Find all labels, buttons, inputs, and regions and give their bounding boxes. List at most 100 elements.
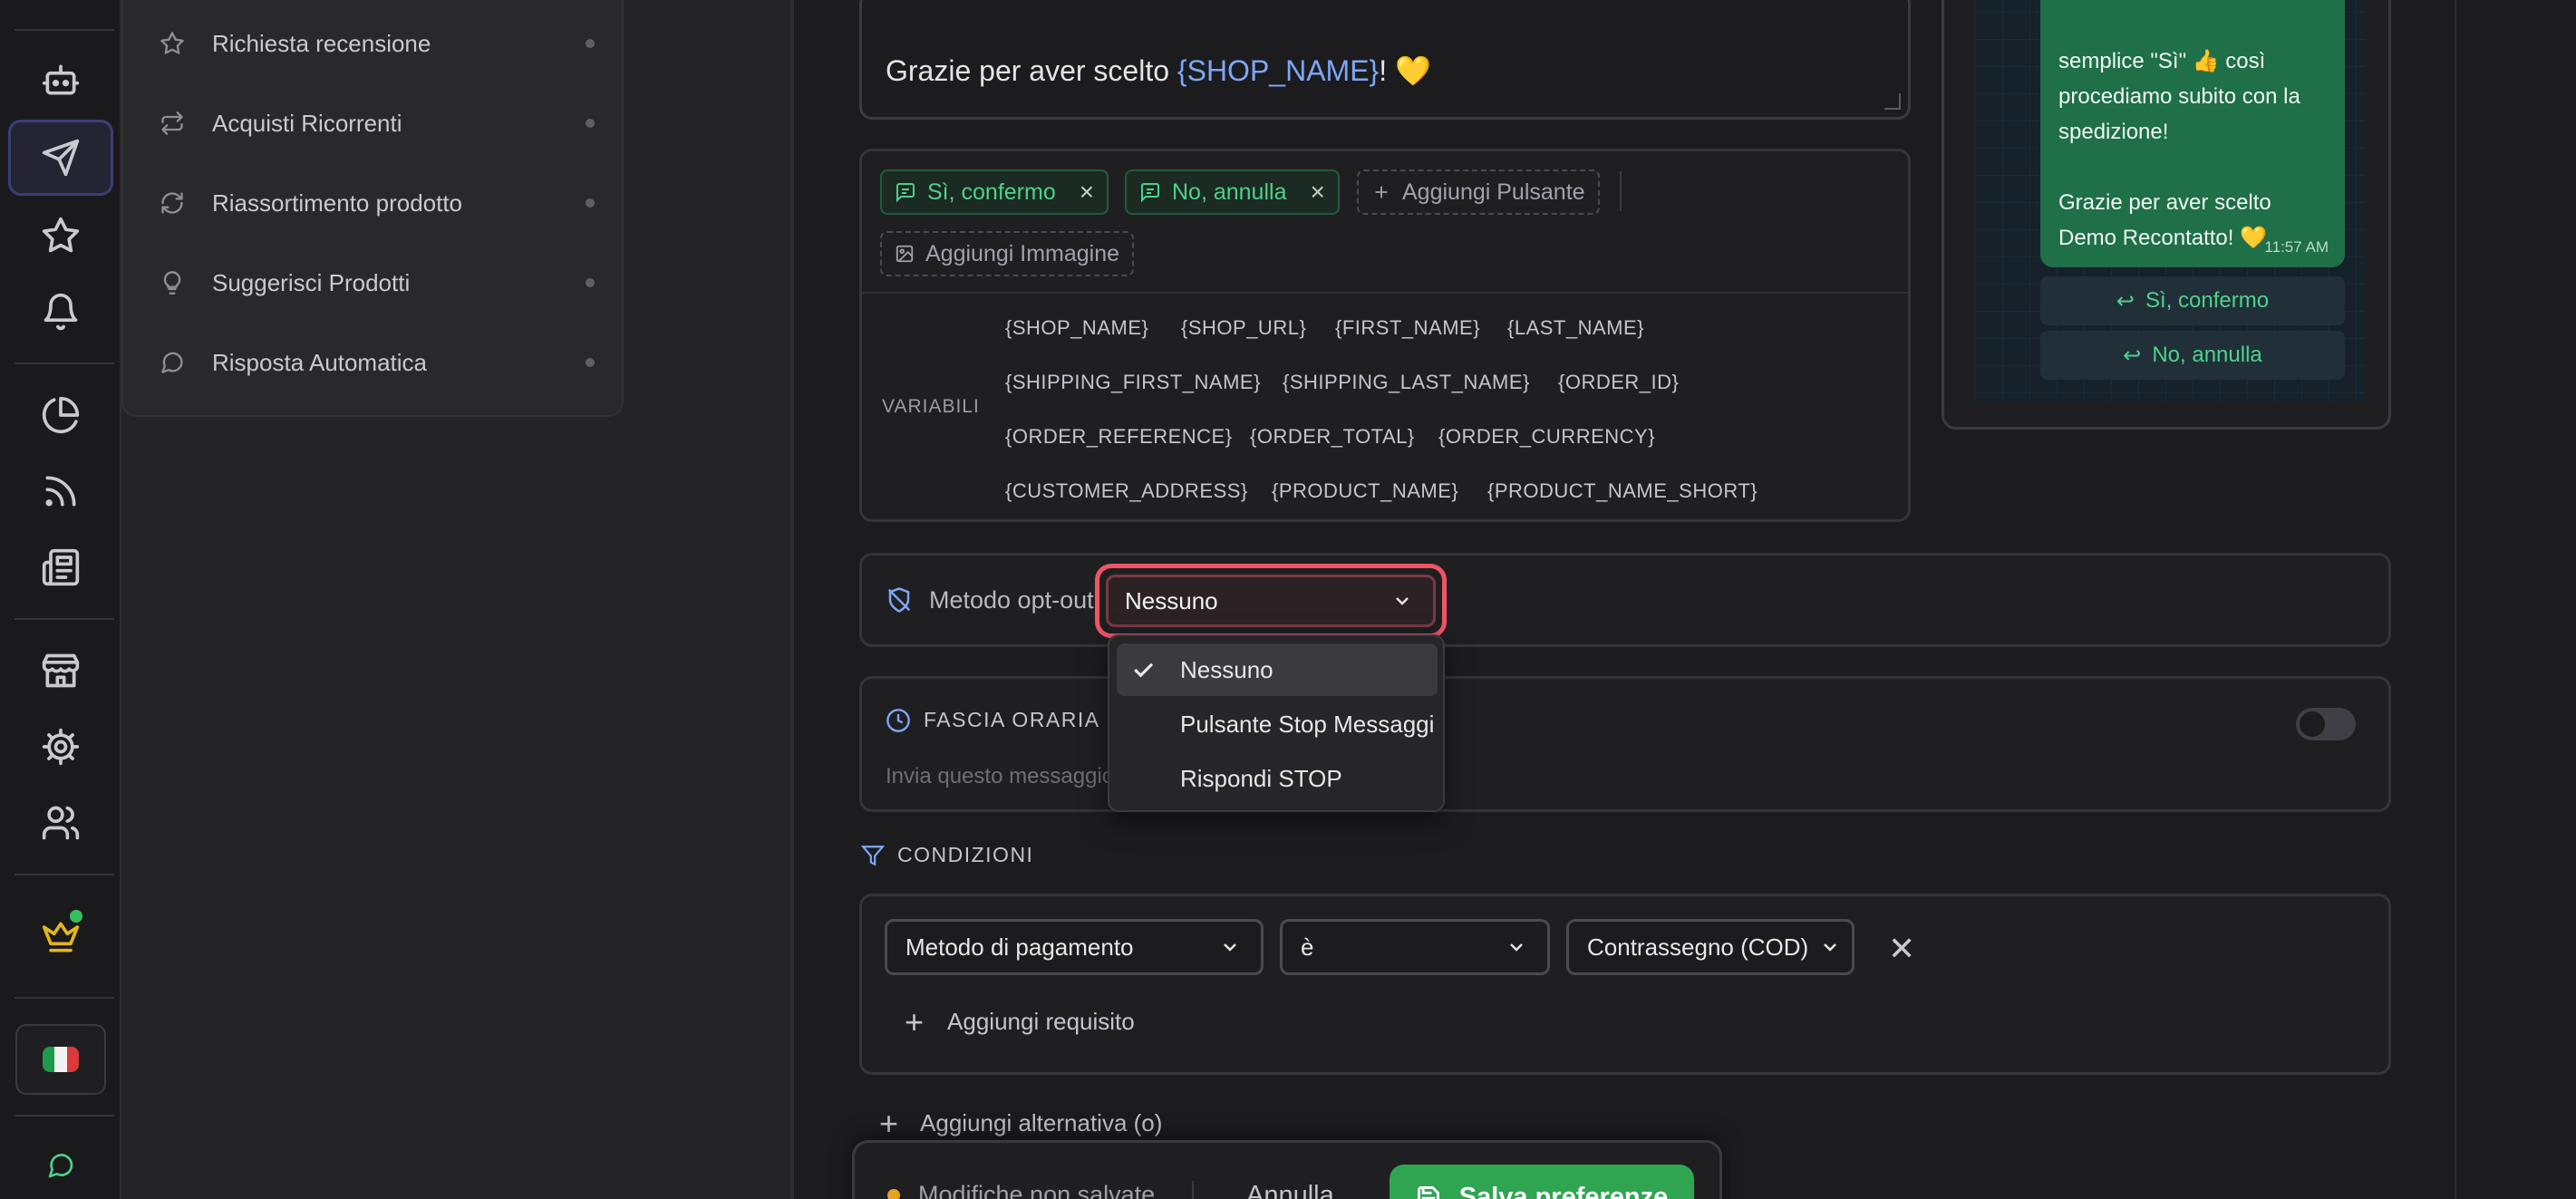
reply-arrow-icon: ↩ xyxy=(2123,343,2142,368)
time-window-panel: FASCIA ORARIA D Invia questo messaggio xyxy=(859,676,2391,812)
users-icon[interactable] xyxy=(21,790,101,856)
store-icon[interactable] xyxy=(21,638,101,703)
add-image-chip[interactable]: Aggiungi Immagine xyxy=(880,231,1135,276)
time-window-toggle[interactable] xyxy=(2296,708,2356,740)
status-dot xyxy=(68,908,84,924)
rail-divider xyxy=(15,29,114,31)
whatsapp-preview: semplice "Sì" 👍 così procediamo subito c… xyxy=(1942,0,2391,430)
add-requirement-button[interactable]: + Aggiungi requisito xyxy=(905,1002,1135,1040)
subnav-item-suggest-products[interactable]: Suggerisci Prodotti xyxy=(160,256,595,310)
dropdown-option-reply-stop[interactable]: Rispondi STOP xyxy=(1117,752,1438,805)
conditions-title: CONDIZIONI xyxy=(897,843,1034,866)
plus-icon: + xyxy=(879,1104,899,1142)
plus-icon: + xyxy=(905,1002,925,1040)
variable-tag[interactable]: {FIRST_NAME} xyxy=(1335,316,1480,340)
dropdown-option-none[interactable]: Nessuno xyxy=(1117,643,1438,696)
variable-tag[interactable]: {ORDER_REFERENCE} xyxy=(1005,425,1233,449)
language-switcher[interactable] xyxy=(15,1024,106,1095)
variable-tag[interactable]: {SHIPPING_FIRST_NAME} xyxy=(1005,371,1261,394)
divider xyxy=(1192,1181,1194,1199)
lightbulb-icon xyxy=(163,271,181,295)
variable-tag[interactable]: {ORDER_CURRENCY} xyxy=(1438,425,1655,449)
option-label: Nessuno xyxy=(1180,655,1273,683)
condition-field-select[interactable]: Metodo di pagamento xyxy=(885,919,1264,975)
unsaved-status: Modifiche non salvate xyxy=(887,1181,1155,1199)
subnav-item-label: Acquisti Ricorrenti xyxy=(212,109,402,137)
option-label: Rispondi STOP xyxy=(1180,764,1342,792)
condition-operator-select[interactable]: è xyxy=(1280,919,1550,975)
divider xyxy=(862,292,1908,294)
chat-icon[interactable] xyxy=(21,1138,101,1193)
crown-icon[interactable] xyxy=(21,904,101,970)
save-button[interactable]: Salva preferenze xyxy=(1390,1165,1694,1199)
send-icon[interactable] xyxy=(8,120,113,196)
conditions-header: CONDIZIONI xyxy=(861,843,1033,867)
variable-tag[interactable]: {CUSTOMER_ADDRESS} xyxy=(1005,479,1248,503)
add-alternative-label: Aggiungi alternativa (o) xyxy=(920,1109,1163,1136)
save-label: Salva preferenze xyxy=(1458,1182,1669,1199)
newspaper-icon[interactable] xyxy=(21,535,101,600)
rail-divider xyxy=(15,618,114,620)
app-root: Richiesta recensione Acquisti Ricorrenti… xyxy=(0,0,2576,1199)
check-icon xyxy=(1134,662,1154,678)
variable-tag[interactable]: {SHIPPING_LAST_NAME} xyxy=(1283,371,1530,394)
subnav-item-review-request[interactable]: Richiesta recensione xyxy=(160,16,595,71)
variable-tag[interactable]: {PRODUCT_NAME_SHORT} xyxy=(1487,479,1758,503)
warning-dot xyxy=(887,1188,900,1199)
automation-list: Richiesta recensione Acquisti Ricorrenti… xyxy=(121,0,624,417)
resize-handle[interactable] xyxy=(1884,93,1901,110)
dropdown-option-stop-button[interactable]: Pulsante Stop Messaggi xyxy=(1117,698,1438,750)
unsaved-label: Modifiche non salvate xyxy=(918,1181,1156,1199)
pie-chart-icon[interactable] xyxy=(21,382,101,448)
subnav-item-restock[interactable]: Riassortimento prodotto xyxy=(160,176,595,230)
subnav-item-auto-reply[interactable]: Risposta Automatica xyxy=(160,335,595,390)
optout-label: Metodo opt-out xyxy=(929,586,1094,614)
preview-reply-label: No, annulla xyxy=(2152,343,2262,367)
bell-icon[interactable] xyxy=(21,279,101,344)
star-icon[interactable] xyxy=(21,203,101,268)
time-window-title: FASCIA ORARIA D xyxy=(924,708,1123,731)
message-text-end: ! 💛 xyxy=(1379,54,1431,87)
option-label: Pulsante Stop Messaggi xyxy=(1180,710,1435,738)
optout-select[interactable]: Nessuno xyxy=(1106,575,1436,627)
preview-reply-button: ↩ No, annulla xyxy=(2040,331,2345,380)
rail-divider xyxy=(15,363,114,364)
chevron-down-icon xyxy=(1396,597,1409,605)
message-time: 11:57 AM xyxy=(2264,238,2329,256)
close-icon[interactable]: × xyxy=(1310,178,1324,207)
star-icon xyxy=(160,32,184,54)
reply-button-chip[interactable]: No, annulla × xyxy=(1125,169,1340,215)
message-icon xyxy=(161,352,183,373)
add-alternative-button[interactable]: + Aggiungi alternativa (o) xyxy=(879,1104,1163,1142)
image-icon xyxy=(896,245,914,263)
select-value: Contrassegno (COD) xyxy=(1587,933,1809,961)
message-text: Grazie per aver scelto xyxy=(886,54,1177,87)
bot-icon[interactable] xyxy=(21,47,101,112)
preview-reply-button: ↩ Sì, confermo xyxy=(2040,276,2345,325)
shield-off-icon xyxy=(887,587,911,613)
close-icon[interactable]: × xyxy=(1080,178,1094,207)
variable-tag[interactable]: {ORDER_ID} xyxy=(1558,371,1679,394)
message-square-icon xyxy=(1141,183,1159,203)
variable-tag[interactable]: {SHOP_NAME} xyxy=(1005,316,1148,340)
variable-tag[interactable]: {PRODUCT_NAME} xyxy=(1272,479,1458,503)
rss-icon[interactable] xyxy=(21,459,101,524)
reply-arrow-icon: ↩ xyxy=(2116,288,2135,314)
reply-button-chip[interactable]: Sì, confermo × xyxy=(880,169,1109,215)
settings-icon[interactable] xyxy=(21,714,101,779)
message-textarea[interactable]: Grazie per aver scelto {SHOP_NAME}! 💛 xyxy=(859,0,1911,120)
condition-value-select[interactable]: Contrassegno (COD) xyxy=(1566,919,1855,975)
variable-tag[interactable]: {ORDER_TOTAL} xyxy=(1250,425,1415,449)
cancel-button[interactable]: Annulla xyxy=(1246,1181,1334,1199)
variable-tag[interactable]: {SHOP_URL} xyxy=(1181,316,1306,340)
buttons-panel: Sì, confermo × No, annulla × Aggiungi Pu… xyxy=(859,149,1911,522)
italy-flag-icon xyxy=(43,1047,79,1072)
remove-condition-icon[interactable]: ✕ xyxy=(1888,930,1915,968)
variable-tag[interactable]: {LAST_NAME} xyxy=(1507,316,1644,340)
refresh-icon xyxy=(161,192,183,214)
add-requirement-label: Aggiungi requisito xyxy=(947,1008,1135,1035)
add-button-chip[interactable]: Aggiungi Pulsante xyxy=(1357,169,1600,215)
subnav-item-recurring-purchases[interactable]: Acquisti Ricorrenti xyxy=(160,96,595,150)
reply-label: Sì, confermo xyxy=(927,179,1056,205)
bubble-text: semplice "Sì" 👍 così procediamo subito c… xyxy=(2058,49,2300,250)
